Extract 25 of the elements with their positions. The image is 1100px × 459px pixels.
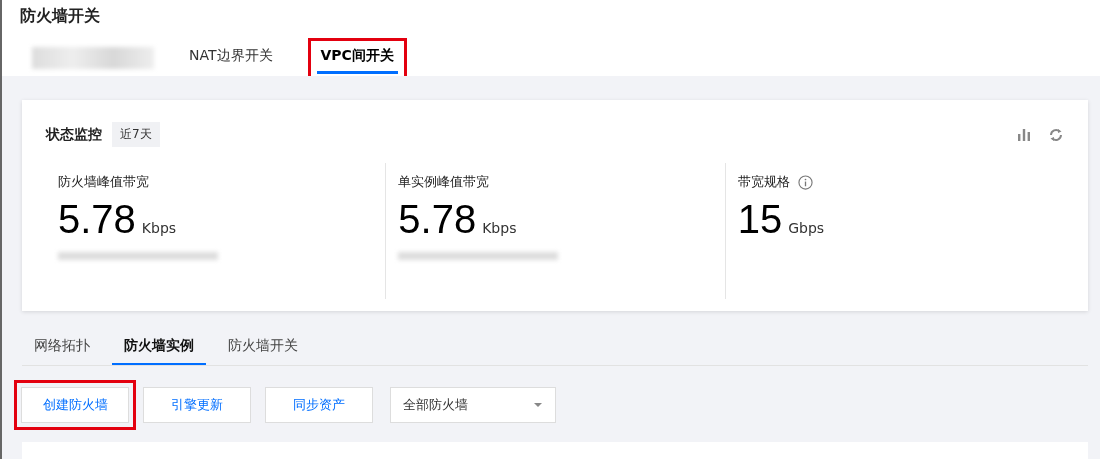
tab[interactable]: VPC间开关 [316,42,398,74]
metric-unit: Gbps [788,220,825,236]
metric-unit: Kbps [482,220,517,236]
firewall-select[interactable]: 全部防火墙 [390,387,556,423]
period-tag: 近7天 [112,122,160,147]
metric-value: 5.78 [398,197,477,242]
action-button[interactable]: 引擎更新 [143,387,251,423]
tab[interactable]: 防火墙实例 [112,333,206,365]
tab[interactable]: 防火墙开关 [216,333,310,365]
tab[interactable]: NAT边界开关 [185,42,277,74]
metric-label: 防火墙峰值带宽 [58,173,149,191]
metric-label: 单实例峰值带宽 [398,173,490,191]
card-title: 状态监控 [46,125,102,144]
action-button[interactable]: 创建防火墙 [21,387,129,423]
page-title: 防火墙开关 [20,5,101,27]
caret-icon [533,402,543,408]
refresh-icon[interactable] [1048,126,1064,143]
bar-chart-icon[interactable] [1016,126,1032,143]
metric-unit: Kbps [141,220,177,236]
tab[interactable]: 网络拓扑 [22,333,102,365]
info-icon[interactable] [797,174,813,190]
metric-label: 带宽规格 [737,173,790,191]
action-button[interactable]: 同步资产 [265,387,373,423]
metric-value: 5.78 [58,197,136,242]
metric-value: 15 [737,197,783,242]
